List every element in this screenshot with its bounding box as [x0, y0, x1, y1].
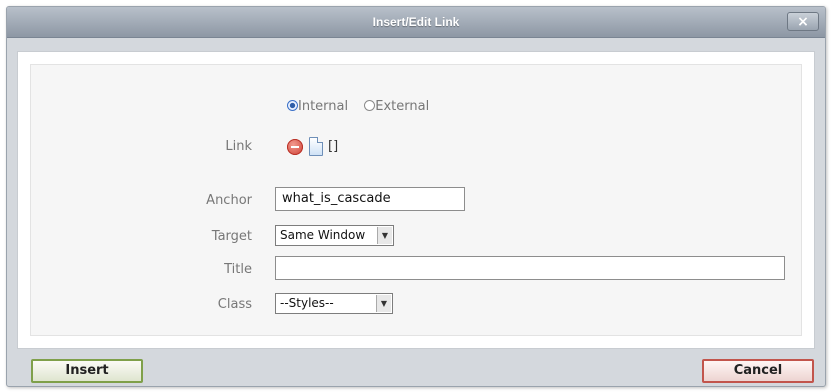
target-label: Target	[211, 229, 252, 244]
external-radio-label[interactable]: External	[375, 99, 429, 114]
remove-icon[interactable]	[287, 139, 303, 155]
close-icon[interactable]: ×	[787, 12, 819, 31]
title-label: Title	[224, 262, 252, 277]
dialog-title: Insert/Edit Link	[372, 15, 460, 29]
form-panel: Internal External Link [] Anchor what_is…	[17, 51, 815, 349]
internal-radio[interactable]	[287, 100, 298, 111]
dialog-title-bar[interactable]: Insert/Edit Link ×	[7, 7, 825, 38]
link-value: []	[328, 139, 339, 154]
target-select[interactable]: Same Window ▼	[275, 225, 394, 246]
title-input[interactable]	[275, 256, 785, 280]
insert-button[interactable]: Insert	[31, 359, 143, 383]
internal-radio-label[interactable]: Internal	[298, 99, 348, 114]
external-radio[interactable]	[364, 100, 376, 111]
anchor-input[interactable]: what_is_cascade	[275, 187, 465, 211]
insert-edit-link-dialog: Insert/Edit Link × Internal External Lin…	[6, 6, 826, 387]
class-select-value: --Styles--	[280, 296, 334, 310]
link-label: Link	[225, 139, 252, 154]
anchor-label: Anchor	[206, 193, 252, 208]
chevron-down-icon[interactable]: ▼	[377, 227, 392, 244]
link-type-radio-group: Internal External	[287, 99, 441, 114]
class-select[interactable]: --Styles-- ▼	[275, 293, 393, 314]
class-label: Class	[217, 297, 252, 312]
page-icon[interactable]	[309, 137, 323, 156]
cancel-button[interactable]: Cancel	[702, 359, 814, 383]
form-panel-inner: Internal External Link [] Anchor what_is…	[30, 64, 802, 336]
target-select-value: Same Window	[280, 228, 366, 242]
chevron-down-icon[interactable]: ▼	[376, 295, 391, 312]
